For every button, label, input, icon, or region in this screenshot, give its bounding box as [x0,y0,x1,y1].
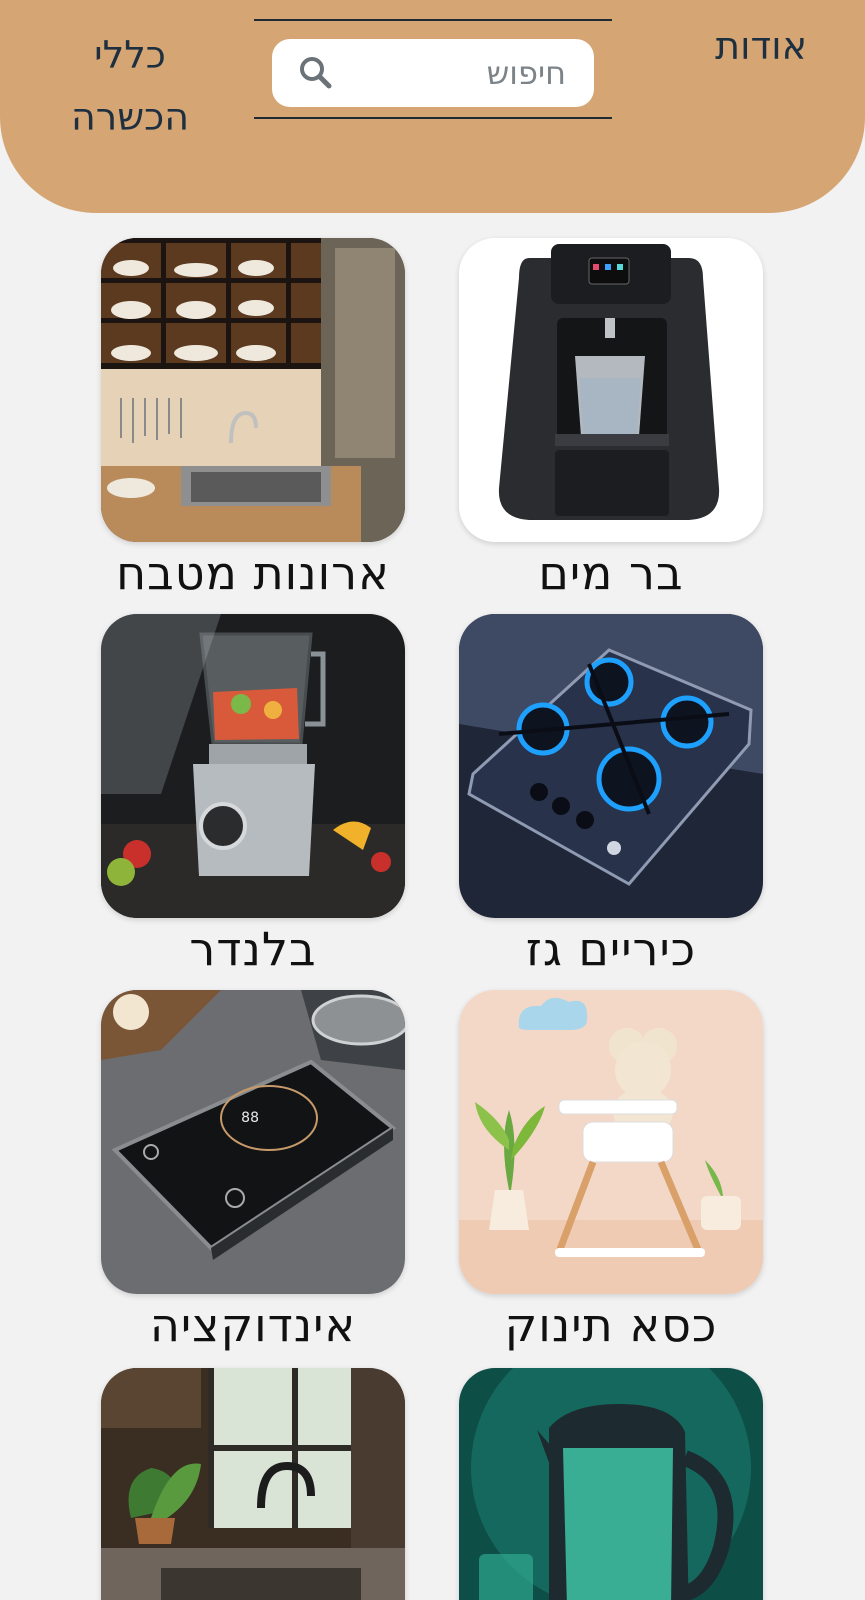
product-label: בר מים [538,546,684,600]
product-card-kitchen-faucet[interactable] [101,1368,405,1600]
svg-text:88: 88 [241,1110,259,1126]
search-icon[interactable] [296,53,336,93]
product-label: כיריים גז [525,922,697,976]
product-label: כסא תינוק [504,1298,718,1352]
search-box[interactable] [272,39,594,107]
kitchen-faucet-image[interactable] [101,1368,405,1600]
nav-rules-line1: כללי [94,33,166,77]
water-bar-image[interactable] [459,238,763,542]
induction-image[interactable]: 88 [101,990,405,1294]
product-card-blender[interactable]: בלנדר [101,614,405,976]
product-card-gas-stove[interactable]: כיריים גז [459,614,763,976]
blender-image[interactable] [101,614,405,918]
nav-rules-line2: הכשרה [70,95,190,139]
baby-chair-image[interactable] [459,990,763,1294]
product-card-kitchen-cabinets[interactable]: ארונות מטבח [101,238,405,600]
top-header: אודות כללי הכשרה [0,0,865,213]
product-card-baby-chair[interactable]: כסא תינוק [459,990,763,1352]
search-area [254,19,612,119]
kettle-image[interactable] [459,1368,763,1600]
product-label: אינדוקציה [149,1298,357,1352]
search-input[interactable] [366,54,566,92]
nav-about-link[interactable]: אודות [715,24,807,68]
product-card-induction[interactable]: 88 אינדוקציה [101,990,405,1352]
product-card-water-bar[interactable]: בר מים [459,238,763,600]
kitchen-cabinets-image[interactable] [101,238,405,542]
product-label: ארונות מטבח [116,546,390,600]
product-label: בלנדר [189,922,317,976]
product-card-kettle[interactable] [459,1368,763,1600]
nav-training-rules-link[interactable]: כללי הכשרה [60,24,200,148]
gas-stove-image[interactable] [459,614,763,918]
